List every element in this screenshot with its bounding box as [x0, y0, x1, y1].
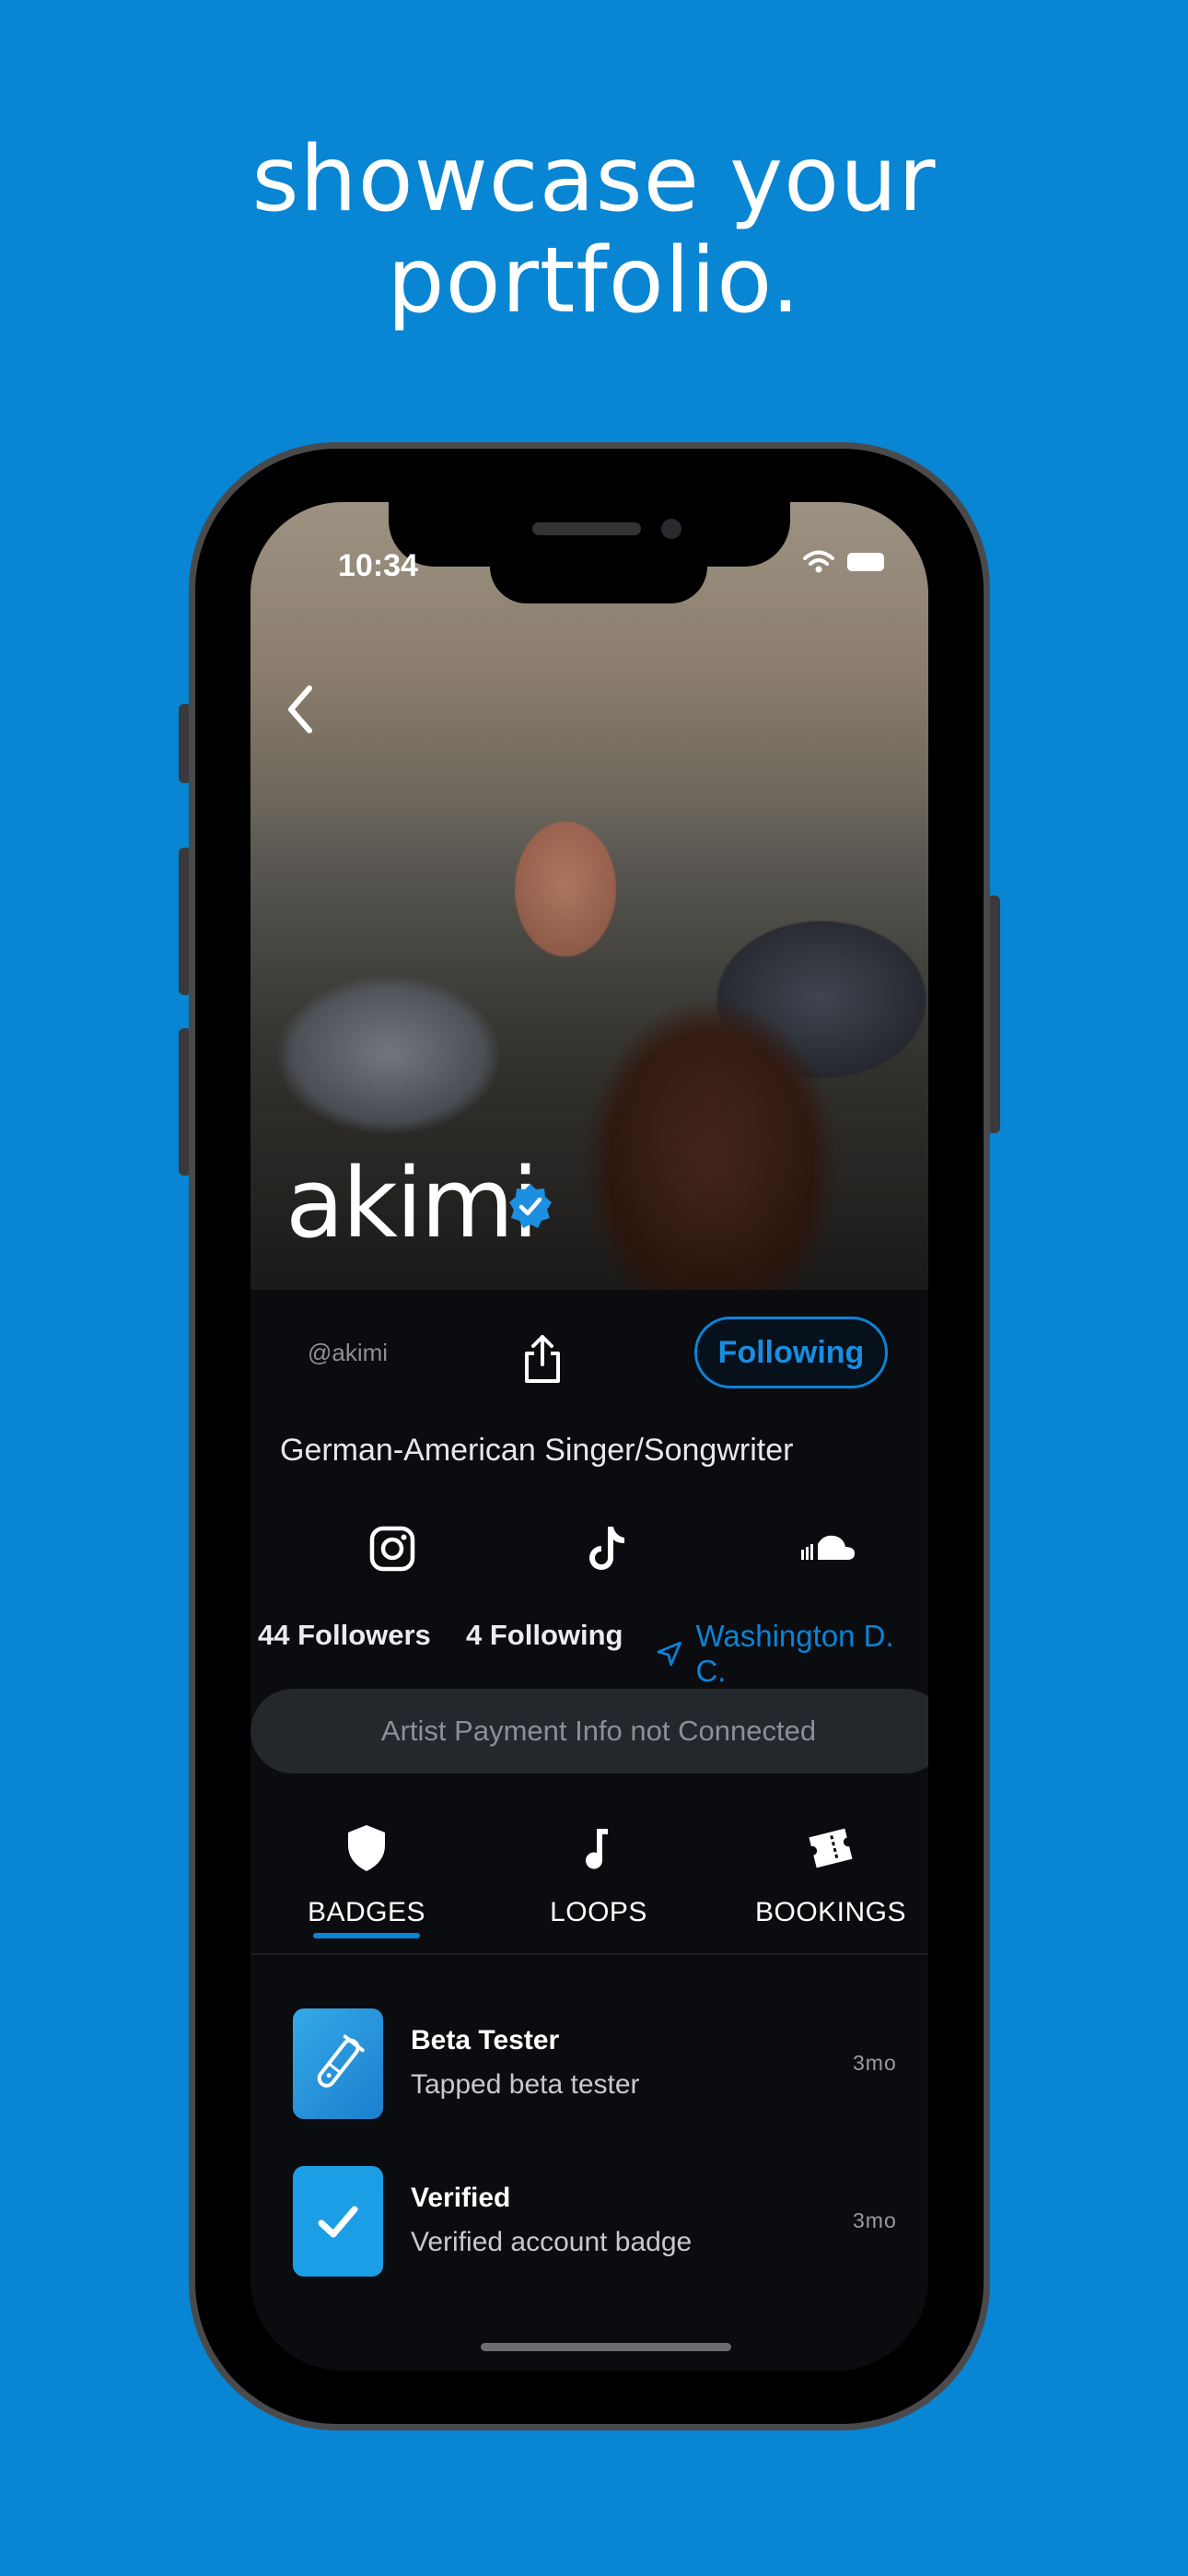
badge-item-verified[interactable]: Verified Verified account badge 3mo	[250, 2166, 928, 2286]
status-icons	[803, 550, 884, 574]
headline-line-2: portfolio.	[387, 228, 801, 334]
active-tab-indicator	[313, 1933, 420, 1938]
tab-divider	[250, 1953, 928, 1955]
badge-description: Tapped beta tester	[411, 2069, 640, 2100]
checkmark-icon	[318, 2206, 358, 2238]
badge-icon-container	[293, 2008, 383, 2119]
tab-bookings[interactable]: BOOKINGS	[748, 1820, 914, 1928]
location-label: Washington D. C.	[695, 1619, 894, 1688]
tab-badges-label: BADGES	[307, 1897, 426, 1927]
badge-title: Beta Tester	[411, 2025, 560, 2055]
soundcloud-icon[interactable]	[796, 1521, 860, 1576]
following-button[interactable]: Following	[694, 1317, 888, 1388]
phone-bezel: 10:34 akimi @akimi Following German-Amer…	[195, 449, 984, 2424]
verified-badge-icon	[509, 1184, 552, 1228]
status-time: 10:34	[338, 548, 418, 583]
location-arrow-icon	[657, 1641, 681, 1667]
music-note-icon	[586, 1829, 608, 1869]
tiktok-icon[interactable]	[580, 1521, 635, 1576]
payment-info-notice[interactable]: Artist Payment Info not Connected	[250, 1689, 928, 1774]
tab-loops[interactable]: LOOPS	[516, 1820, 681, 1928]
badge-icon-container	[293, 2166, 383, 2277]
location[interactable]: Washington D. C.	[656, 1619, 928, 1689]
phone-frame: 10:34 akimi @akimi Following German-Amer…	[189, 442, 990, 2430]
followers-count[interactable]: 44 Followers	[258, 1619, 431, 1652]
wifi-icon	[803, 550, 834, 573]
notch-camera	[661, 519, 681, 539]
badge-timestamp: 3mo	[853, 2051, 897, 2075]
following-count[interactable]: 4 Following	[466, 1619, 623, 1652]
badge-description: Verified account badge	[411, 2227, 693, 2257]
badge-timestamp: 3mo	[853, 2208, 897, 2232]
tab-bookings-label: BOOKINGS	[754, 1897, 907, 1927]
profile-handle: @akimi	[308, 1339, 389, 1366]
profile-bio: German-American Singer/Songwriter	[280, 1433, 794, 1468]
phone-screen: 10:34 akimi @akimi Following German-Amer…	[250, 502, 928, 2371]
test-tube-icon	[317, 2034, 365, 2088]
badge-item-beta-tester[interactable]: Beta Tester Tapped beta tester 3mo	[250, 2008, 928, 2128]
instagram-icon[interactable]	[365, 1521, 420, 1576]
notch-speaker	[532, 522, 641, 535]
profile-name: akimi	[285, 1147, 539, 1259]
headline-line-1: showcase your	[251, 127, 937, 232]
shield-icon	[348, 1825, 385, 1871]
tab-badges[interactable]: BADGES	[284, 1820, 449, 1928]
badge-title: Verified	[411, 2183, 511, 2213]
back-chevron-icon[interactable]	[273, 677, 328, 742]
tab-loops-label: LOOPS	[550, 1897, 647, 1927]
ticket-icon	[809, 1828, 853, 1868]
phone-notch	[389, 502, 790, 567]
battery-icon	[847, 553, 884, 571]
headline: showcase your portfolio.	[0, 129, 1188, 332]
share-icon[interactable]	[519, 1331, 565, 1387]
home-indicator[interactable]	[481, 2343, 731, 2351]
